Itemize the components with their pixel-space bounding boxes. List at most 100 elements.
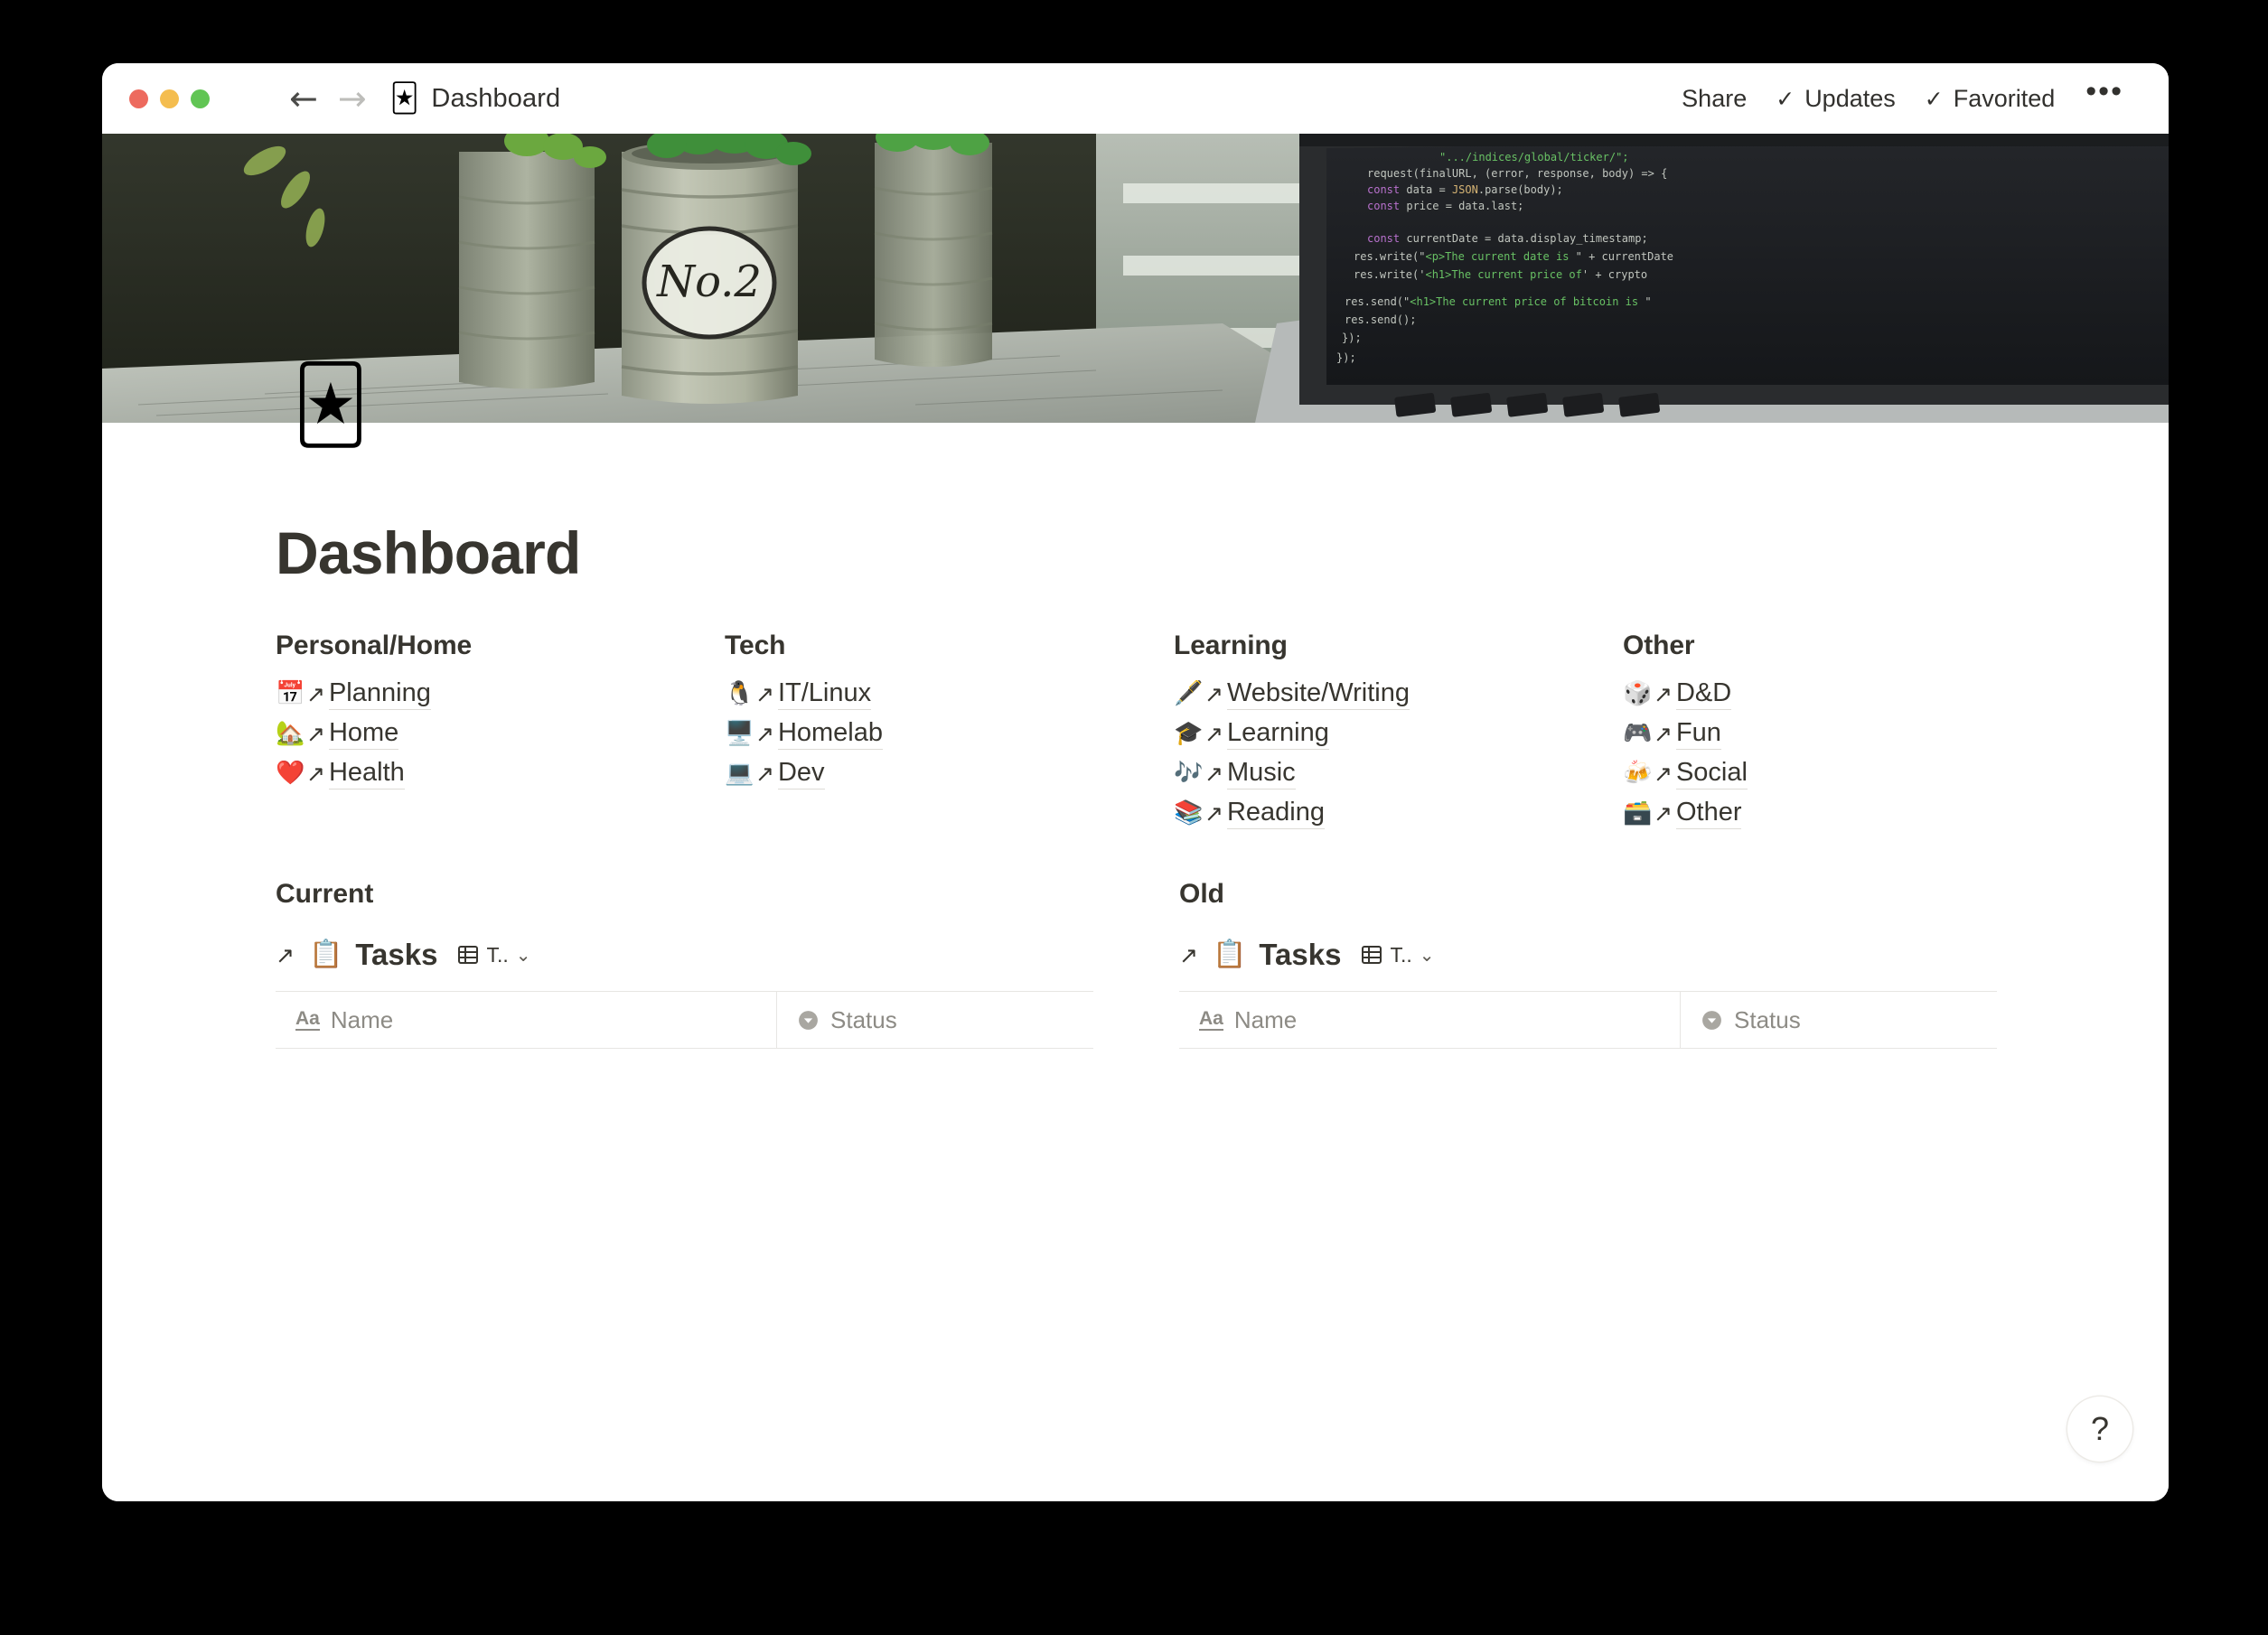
database-table-header: Aa Name Status — [276, 991, 1093, 1049]
share-label: Share — [1682, 84, 1748, 112]
open-database-arrow-icon[interactable]: ↗ — [1179, 942, 1198, 968]
svg-text:const price = data.last;: const price = data.last; — [1367, 200, 1523, 212]
window-controls — [129, 89, 210, 108]
view-selector[interactable]: T.. ⌄ — [457, 943, 530, 967]
titlebar-actions: Share ✓ Updates ✓ Favorited ••• — [1667, 76, 2136, 118]
section-heading: Old — [1179, 879, 1224, 909]
column-header-status[interactable]: Status — [1681, 992, 1997, 1048]
link-label[interactable]: Reading — [1226, 798, 1325, 829]
link-label[interactable]: Website/Writing — [1226, 678, 1410, 710]
database-title-row: ↗ 📋 Tasks T.. ⌄ — [1179, 933, 1997, 976]
column-personal-home: Personal/Home 📅 ↗ Planning 🏡 ↗ Home ❤️ ↗… — [276, 631, 725, 835]
link-label[interactable]: Music — [1226, 758, 1296, 789]
updates-label: Updates — [1804, 84, 1896, 112]
title-property-icon: Aa — [295, 1008, 320, 1032]
share-button[interactable]: Share — [1667, 79, 1761, 118]
joker-card-page-icon[interactable]: 🃏 — [293, 369, 369, 443]
check-icon: ✓ — [1924, 85, 1944, 112]
link-item-other[interactable]: 🗃️ ↗ Other — [1623, 795, 2011, 831]
link-label[interactable]: Home — [328, 718, 399, 750]
link-item-home[interactable]: 🏡 ↗ Home — [276, 715, 725, 752]
open-link-arrow-icon: ↗ — [755, 760, 774, 787]
link-item-fun[interactable]: 🎮 ↗ Fun — [1623, 715, 2011, 752]
svg-text:request(finalURL, (error, resp: request(finalURL, (error, response, body… — [1367, 167, 1667, 180]
help-button[interactable]: ? — [2067, 1397, 2132, 1462]
house-with-garden-emoji: 🏡 — [276, 720, 305, 747]
link-label[interactable]: IT/Linux — [777, 678, 872, 710]
link-item-homelab[interactable]: 🖥️ ↗ Homelab — [725, 715, 1174, 752]
card-file-box-emoji: 🗃️ — [1623, 799, 1653, 827]
maximize-button[interactable] — [191, 89, 210, 108]
link-label[interactable]: Social — [1675, 758, 1748, 789]
open-link-arrow-icon: ↗ — [755, 680, 774, 707]
link-item-learning[interactable]: 🎓 ↗ Learning — [1174, 715, 1623, 752]
link-item-reading[interactable]: 📚 ↗ Reading — [1174, 795, 1623, 831]
open-link-arrow-icon: ↗ — [1654, 720, 1673, 747]
link-item-dev[interactable]: 💻 ↗ Dev — [725, 755, 1174, 791]
open-link-arrow-icon: ↗ — [306, 720, 325, 747]
svg-text:});: }); — [1342, 332, 1362, 344]
svg-text:res.write('<h1>The current pri: res.write('<h1>The current price of' + c… — [1354, 268, 1647, 281]
column-other: Other 🎲 ↗ D&D 🎮 ↗ Fun 🍻 ↗ Social 🗃️ ↗ Ot… — [1623, 631, 2011, 835]
link-label[interactable]: Fun — [1675, 718, 1721, 750]
minimize-button[interactable] — [160, 89, 179, 108]
open-link-arrow-icon: ↗ — [1654, 760, 1673, 787]
link-label[interactable]: Other — [1675, 798, 1742, 829]
svg-text:res.write("<p>The current date: res.write("<p>The current date is " + cu… — [1354, 250, 1673, 263]
laptop-emoji: 💻 — [725, 760, 754, 787]
column-header-name[interactable]: Aa Name — [1179, 992, 1681, 1048]
link-item-planning[interactable]: 📅 ↗ Planning — [276, 676, 725, 712]
hamburger-menu-icon[interactable] — [233, 87, 264, 110]
breadcrumb-title[interactable]: Dashboard — [431, 84, 560, 114]
link-item-it-linux[interactable]: 🐧 ↗ IT/Linux — [725, 676, 1174, 712]
open-link-arrow-icon: ↗ — [1204, 720, 1223, 747]
more-options-icon[interactable]: ••• — [2069, 76, 2136, 111]
link-item-dnd[interactable]: 🎲 ↗ D&D — [1623, 676, 2011, 712]
column-label: Status — [830, 1005, 897, 1033]
svg-text:res.send();: res.send(); — [1345, 313, 1416, 326]
database-current: Current ↗ 📋 Tasks T.. ⌄ Aa Name Status — [276, 879, 1093, 1049]
link-item-website-writing[interactable]: 🖋️ ↗ Website/Writing — [1174, 676, 1623, 712]
page-cover-image[interactable]: No.2 ".../indices/global/ticker/"; reque… — [102, 134, 2169, 423]
app-window: ← → 🃏 Dashboard Share ✓ Updates ✓ Favori… — [102, 63, 2169, 1501]
favorited-button[interactable]: ✓ Favorited — [1910, 79, 2070, 118]
link-label[interactable]: Planning — [328, 678, 431, 710]
open-database-arrow-icon[interactable]: ↗ — [276, 942, 295, 968]
link-item-social[interactable]: 🍻 ↗ Social — [1623, 755, 2011, 791]
database-name[interactable]: Tasks — [355, 938, 437, 972]
view-name: T.. — [1390, 942, 1412, 967]
close-button[interactable] — [129, 89, 148, 108]
svg-text:res.send("<h1>The current pric: res.send("<h1>The current price of bitco… — [1345, 295, 1652, 308]
page-content: 🃏 Dashboard Personal/Home 📅 ↗ Planning 🏡… — [102, 369, 2169, 1501]
clipboard-emoji: 📋 — [308, 939, 343, 970]
link-label[interactable]: Health — [328, 758, 405, 789]
chevron-down-icon: ⌄ — [515, 944, 531, 966]
link-label[interactable]: Homelab — [777, 718, 884, 750]
video-game-controller-emoji: 🎮 — [1623, 720, 1653, 747]
link-label[interactable]: Learning — [1226, 718, 1329, 750]
updates-button[interactable]: ✓ Updates — [1761, 79, 1910, 118]
link-label[interactable]: Dev — [777, 758, 825, 789]
database-title-row: ↗ 📋 Tasks T.. ⌄ — [276, 933, 1093, 976]
database-name[interactable]: Tasks — [1259, 938, 1341, 972]
page-title[interactable]: Dashboard — [276, 519, 581, 587]
view-name: T.. — [486, 942, 509, 967]
view-selector[interactable]: T.. ⌄ — [1361, 943, 1434, 967]
open-link-arrow-icon: ↗ — [1654, 799, 1673, 827]
link-item-music[interactable]: 🎶 ↗ Music — [1174, 755, 1623, 791]
open-link-arrow-icon: ↗ — [755, 720, 774, 747]
forward-arrow-icon[interactable]: → — [338, 81, 367, 116]
column-header-name[interactable]: Aa Name — [276, 992, 777, 1048]
title-property-icon: Aa — [1199, 1008, 1223, 1032]
svg-text:});: }); — [1336, 351, 1356, 364]
table-view-icon — [458, 946, 479, 964]
link-label[interactable]: D&D — [1675, 678, 1732, 710]
link-item-health[interactable]: ❤️ ↗ Health — [276, 755, 725, 791]
chevron-down-icon: ⌄ — [1419, 944, 1435, 966]
database-old: Old ↗ 📋 Tasks T.. ⌄ Aa Name Status — [1179, 879, 1997, 1049]
back-arrow-icon[interactable]: ← — [289, 81, 318, 116]
table-view-icon — [1362, 946, 1382, 964]
column-header-status[interactable]: Status — [777, 992, 1093, 1048]
musical-notes-emoji: 🎶 — [1174, 760, 1204, 787]
open-link-arrow-icon: ↗ — [1654, 680, 1673, 707]
